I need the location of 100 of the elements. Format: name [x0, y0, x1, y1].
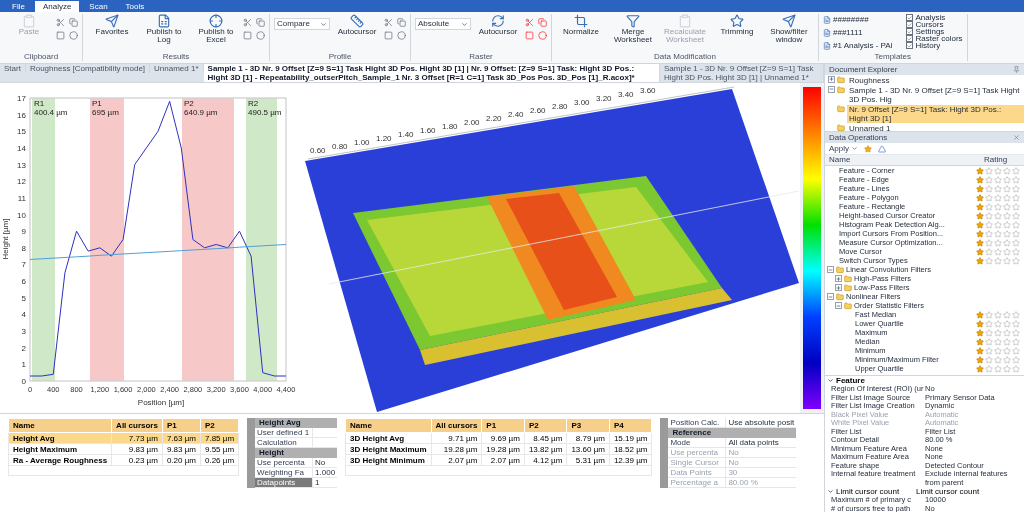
tool-icon[interactable]: [384, 18, 393, 27]
expander[interactable]: [835, 284, 842, 291]
ribbon-button[interactable]: Merge Worksheet: [608, 14, 658, 52]
document-tab[interactable]: Start: [0, 64, 26, 73]
rating-star[interactable]: [1003, 310, 1011, 319]
rating-star[interactable]: [1012, 166, 1020, 175]
tree-item[interactable]: Roughness: [847, 75, 892, 85]
rating-star[interactable]: [1003, 220, 1011, 229]
document-tab[interactable]: Roughness [Compatibility mode]: [25, 64, 151, 73]
rating-star[interactable]: [1003, 211, 1011, 220]
property-value[interactable]: 1: [313, 478, 322, 487]
rating-star[interactable]: [976, 238, 984, 247]
rating-star[interactable]: [994, 220, 1002, 229]
rating-star[interactable]: [985, 211, 993, 220]
rating-star[interactable]: [985, 337, 993, 346]
property-value[interactable]: Use absolute posit: [726, 418, 797, 427]
rating-star[interactable]: [976, 310, 984, 319]
rating-star[interactable]: [994, 346, 1002, 355]
menu-tab[interactable]: File: [4, 1, 33, 12]
rating-star[interactable]: [985, 220, 993, 229]
rating-star[interactable]: [976, 175, 984, 184]
tool-icon[interactable]: [397, 18, 406, 27]
rating-star[interactable]: [994, 319, 1002, 328]
ribbon-button[interactable]: Publish to Log: [139, 14, 189, 52]
rating-star[interactable]: [976, 220, 984, 229]
menu-tab[interactable]: Scan: [81, 1, 116, 12]
menu-tab[interactable]: Tools: [117, 1, 153, 12]
favorite-icon[interactable]: [864, 144, 872, 153]
rating-star[interactable]: [994, 202, 1002, 211]
template-item[interactable]: ########: [823, 14, 893, 25]
expander[interactable]: [827, 293, 834, 300]
ribbon-button[interactable]: Show/filter window: [764, 14, 814, 52]
rating-star[interactable]: [1012, 364, 1020, 373]
rating-star[interactable]: [1012, 202, 1020, 211]
ribbon-button[interactable]: Normalize: [556, 14, 606, 52]
rating-star[interactable]: [976, 247, 984, 256]
triangle-icon[interactable]: [878, 144, 886, 153]
column-header[interactable]: Name: [825, 154, 980, 166]
rating-star[interactable]: [1003, 202, 1011, 211]
rating-star[interactable]: [985, 364, 993, 373]
column-header[interactable]: Rating: [980, 154, 1012, 166]
rating-star[interactable]: [1012, 193, 1020, 202]
rating-star[interactable]: [994, 364, 1002, 373]
column-header[interactable]: P3: [566, 418, 610, 433]
rating-star[interactable]: [1012, 319, 1020, 328]
rating-star[interactable]: [994, 211, 1002, 220]
rating-star[interactable]: [1003, 319, 1011, 328]
rating-star[interactable]: [976, 319, 984, 328]
tree-item[interactable]: Unnamed 1: [847, 123, 893, 133]
template-item[interactable]: #1 Analysis - PAl: [823, 40, 893, 51]
expander[interactable]: [828, 75, 835, 83]
rating-star[interactable]: [1003, 346, 1011, 355]
column-header[interactable]: All cursors: [111, 418, 163, 433]
group-header[interactable]: Limit cursor count: [836, 487, 916, 496]
ribbon-button[interactable]: Autocursor: [332, 14, 382, 52]
rating-star[interactable]: [976, 355, 984, 364]
rating-star[interactable]: [1003, 184, 1011, 193]
property-value[interactable]: All data points: [726, 438, 781, 447]
rating-star[interactable]: [994, 337, 1002, 346]
tool-icon[interactable]: [56, 18, 65, 27]
rating-star[interactable]: [1012, 328, 1020, 337]
expander[interactable]: [827, 266, 834, 273]
rating-star[interactable]: [1003, 337, 1011, 346]
rating-star[interactable]: [1012, 238, 1020, 247]
rating-star[interactable]: [994, 229, 1002, 238]
tool-icon[interactable]: [256, 18, 265, 27]
rating-star[interactable]: [1012, 346, 1020, 355]
rating-star[interactable]: [985, 346, 993, 355]
rating-star[interactable]: [976, 229, 984, 238]
tool-icon[interactable]: [69, 18, 78, 27]
rating-star[interactable]: [985, 229, 993, 238]
ribbon-button[interactable]: Autocursor: [473, 14, 523, 52]
rating-star[interactable]: [985, 184, 993, 193]
rating-star[interactable]: [976, 328, 984, 337]
rating-star[interactable]: [1003, 364, 1011, 373]
rating-star[interactable]: [1012, 220, 1020, 229]
rating-star[interactable]: [985, 319, 993, 328]
rating-star[interactable]: [994, 310, 1002, 319]
rating-star[interactable]: [994, 184, 1002, 193]
expander[interactable]: [835, 302, 842, 309]
category-row[interactable]: Height: [255, 448, 338, 458]
rating-star[interactable]: [985, 238, 993, 247]
chevron-icon[interactable]: [825, 488, 836, 495]
rating-star[interactable]: [994, 328, 1002, 337]
close-icon[interactable]: [1013, 134, 1020, 141]
menu-tab[interactable]: Analyze: [34, 1, 80, 12]
rating-star[interactable]: [994, 193, 1002, 202]
table-row[interactable]: Height Avg 7.73 µm 7.63 µm 7.85 µm: [8, 432, 239, 444]
column-header[interactable]: P2: [524, 418, 567, 433]
rating-star[interactable]: [1003, 193, 1011, 202]
document-tab[interactable]: Sample 1 - 3D Nr. 9 Offset [Z=9 S=1] Task Hight 3D Pos. Hight 3D [1] | Nr. 9 Offset: [Z=9 S=1] Task: Hight 3D Pos.: Hight 3D [1] - Repeatability_outserPitch_Sample_1 Nr. 3 Offset [R=1 C=1] Task 3D_Pos Pos. 3D_Pos [1]_R.acox]*: [203, 64, 660, 82]
column-header[interactable]: P4: [609, 418, 652, 433]
dropdown[interactable]: Absolute: [415, 18, 471, 30]
rating-star[interactable]: [1012, 211, 1020, 220]
rating-star[interactable]: [1003, 355, 1011, 364]
rating-star[interactable]: [976, 346, 984, 355]
checkbox[interactable]: [906, 14, 914, 21]
rating-star[interactable]: [985, 202, 993, 211]
rating-star[interactable]: [985, 247, 993, 256]
rating-star[interactable]: [976, 184, 984, 193]
